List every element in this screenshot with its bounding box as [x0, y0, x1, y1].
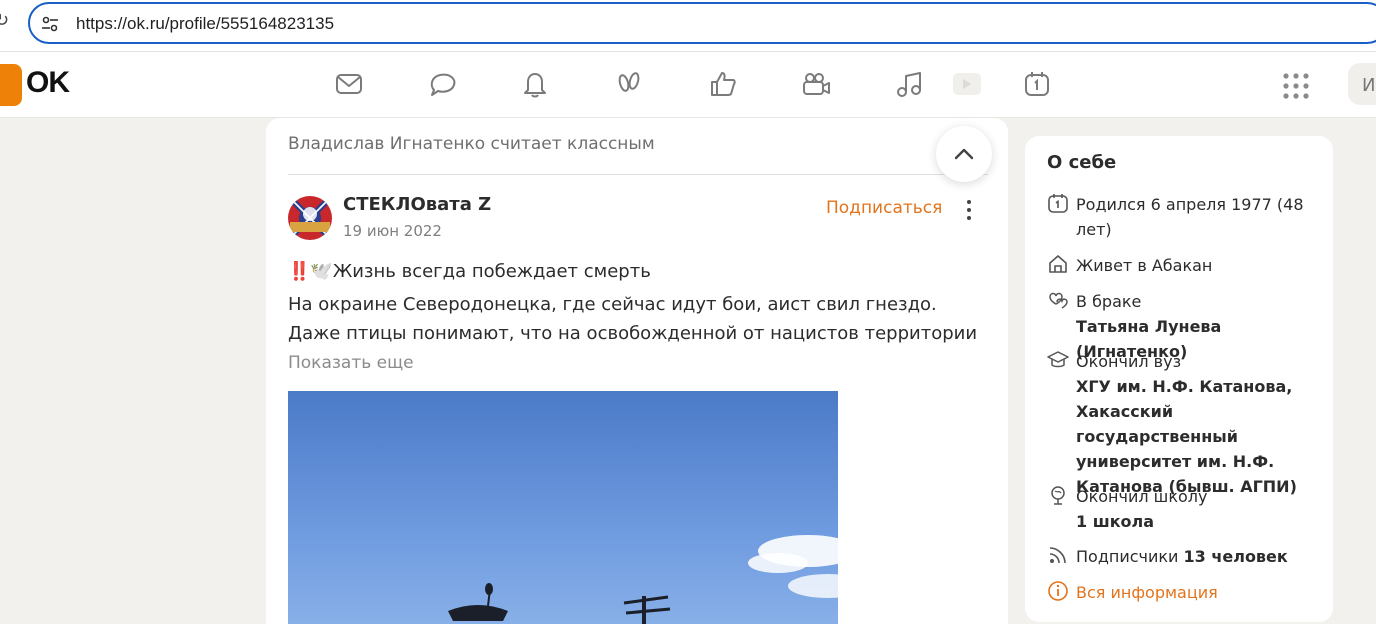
subscribe-button[interactable]: Подписаться: [826, 198, 942, 218]
lives-city-link[interactable]: Абакан: [1152, 256, 1213, 275]
like-icon[interactable]: [707, 68, 739, 100]
site-header: OK И: [0, 52, 1376, 118]
stork-nest-photo: [448, 535, 838, 624]
bell-icon[interactable]: [519, 68, 551, 100]
post-image[interactable]: [288, 391, 838, 624]
post-author[interactable]: СТЕКЛОвата Z: [343, 194, 491, 215]
school-label: Окончил школу: [1076, 487, 1208, 506]
graduation-cap-icon: [1047, 351, 1069, 368]
info-icon: [1048, 581, 1068, 601]
post-title: ‼️🕊️Жизнь всегда побеждает смерть: [288, 261, 651, 282]
followers-text[interactable]: Подписчики 13 человек: [1076, 544, 1326, 569]
school-text: Окончил школу 1 школа: [1076, 484, 1326, 534]
lives-prefix: Живет в: [1076, 256, 1152, 275]
calendar-icon[interactable]: [1021, 68, 1053, 100]
music-icon[interactable]: [893, 68, 925, 100]
guests-icon[interactable]: [613, 68, 645, 100]
university-label: Окончил вуз: [1076, 352, 1182, 371]
url-text[interactable]: https://ok.ru/profile/555164823135: [76, 14, 334, 34]
feed-card: Владислав Игнатенко считает классным СТЕ…: [266, 118, 1008, 624]
show-more-link[interactable]: Показать еще: [288, 353, 414, 373]
hearts-icon: [1049, 292, 1068, 309]
post-title-emoji: ‼️🕊️: [288, 261, 333, 282]
avatar-emblem-icon: [289, 197, 331, 239]
browser-toolbar: ↻ https://ok.ru/profile/555164823135: [0, 0, 1376, 52]
post-date[interactable]: 19 июн 2022: [343, 222, 442, 240]
author-avatar[interactable]: [288, 196, 332, 240]
reload-icon[interactable]: ↻: [0, 10, 9, 31]
site-settings-icon[interactable]: [40, 14, 60, 34]
post-title-text: Жизнь всегда побеждает смерть: [332, 261, 651, 282]
university-link[interactable]: ХГУ им. Н.Ф. Катанова, Хакасский государ…: [1076, 377, 1297, 496]
address-bar[interactable]: https://ok.ru/profile/555164823135: [28, 2, 1376, 44]
more-options-icon[interactable]: [962, 198, 976, 222]
divider: [288, 174, 988, 175]
chat-icon[interactable]: [427, 68, 459, 100]
search-input[interactable]: И: [1348, 63, 1376, 105]
calendar-icon: [1048, 194, 1068, 213]
play-icon[interactable]: [950, 68, 982, 100]
ok-logo-icon[interactable]: [0, 64, 22, 106]
rss-icon: [1049, 547, 1066, 564]
married-label: В браке: [1076, 292, 1142, 311]
home-icon: [1049, 255, 1067, 273]
search-placeholder: И: [1362, 75, 1376, 96]
globe-icon: [1051, 486, 1065, 505]
liked-by-text[interactable]: Владислав Игнатенко считает классным: [288, 134, 655, 154]
school-link[interactable]: 1 школа: [1076, 512, 1154, 531]
followers-label: Подписчики: [1076, 547, 1184, 566]
video-camera-icon[interactable]: [800, 68, 832, 100]
followers-count[interactable]: 13 человек: [1184, 547, 1288, 566]
lives-text: Живет в Абакан: [1076, 253, 1326, 278]
collapse-button[interactable]: [936, 126, 992, 182]
about-card: О себе Родился 6 апреля 1977 (48 лет) Жи…: [1025, 136, 1333, 622]
about-title: О себе: [1047, 152, 1117, 173]
all-info-link[interactable]: Вся информация: [1076, 580, 1326, 605]
avatar-banner: [290, 222, 330, 232]
born-text: Родился 6 апреля 1977 (48 лет): [1076, 195, 1304, 239]
post-body: На окраине Северодонецка, где сейчас иду…: [288, 294, 978, 344]
mail-icon[interactable]: [333, 68, 365, 100]
chevron-up-icon: [954, 148, 974, 160]
logo-text[interactable]: OK: [26, 66, 70, 100]
university-text: Окончил вуз ХГУ им. Н.Ф. Катанова, Хакасс…: [1076, 349, 1326, 499]
apps-grid-icon[interactable]: [1282, 72, 1310, 100]
